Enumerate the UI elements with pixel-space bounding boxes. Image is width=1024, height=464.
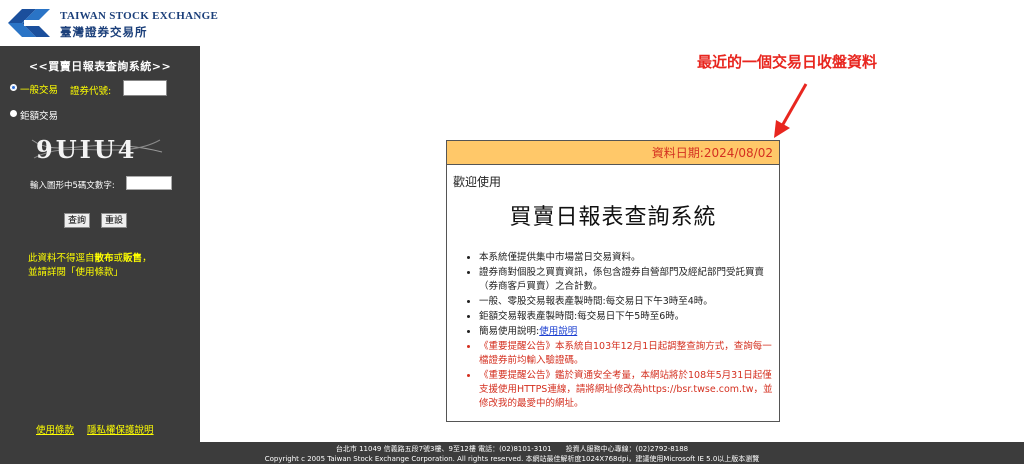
footer-address: 台北市 11049 信義路五段7號3樓、9至12樓 電話：(02)8101-31… — [335, 445, 689, 453]
reset-button[interactable]: 重設 — [101, 213, 127, 228]
notice-or: 或 — [113, 253, 124, 264]
privacy-link[interactable]: 隱私權保護說明 — [87, 425, 154, 436]
notice-comma: ， — [142, 253, 152, 264]
notice-sell: 販售 — [123, 253, 143, 264]
usage-guide-prefix: 簡易使用說明: — [479, 326, 540, 337]
latest-data-annotation: 最近的一個交易日收盤資料 — [697, 53, 878, 71]
page-footer: 台北市 11049 信義路五段7號3樓、9至12樓 電話：(02)8101-31… — [0, 442, 1024, 464]
notice-prefix: 此資料不得逕自 — [28, 253, 95, 264]
stock-code-input[interactable] — [123, 80, 167, 96]
notice-distribute: 散布 — [94, 253, 114, 264]
sidebar-footer-links: 使用條款 隱私權保護說明 — [36, 422, 164, 436]
block-trade-radio[interactable] — [10, 110, 17, 117]
general-trade-label[interactable]: 一般交易 — [20, 82, 58, 96]
notes-list: 本系統僅提供集中市場當日交易資料。 證券商對個股之買賣資訊，係包含證券自營部門及… — [455, 251, 773, 412]
site-header: TAIWAN STOCK EXCHANGE 臺灣證券交易所 — [0, 0, 218, 46]
usage-guide-link[interactable]: 使用說明 — [539, 326, 577, 337]
footer-copyright: Copyright c 2005 Taiwan Stock Exchange C… — [264, 455, 760, 463]
note-item: 證券商對個股之買賣資訊，係包含證券自營部門及經紀部門受託買賣（券商客戶買賣）之合… — [479, 266, 773, 294]
query-sidebar: <<買賣日報表查詢系統>> 一般交易 證券代號: 鉅額交易 9UIU4 輸入圖形… — [0, 46, 200, 442]
welcome-panel: 資料日期:2024/08/02 歡迎使用 買賣日報表查詢系統 本系統僅提供集中市… — [446, 140, 780, 422]
usage-notice: 此資料不得逕自散布或販售， 並請詳閱「使用條款」 — [28, 252, 188, 280]
captcha-text: 9UIU4 — [36, 135, 137, 164]
query-button[interactable]: 查詢 — [64, 213, 90, 228]
captcha-input[interactable] — [126, 176, 172, 190]
twse-logo-icon — [8, 9, 50, 37]
captcha-image: 9UIU4 — [30, 132, 164, 166]
block-trade-label[interactable]: 鉅額交易 — [20, 108, 58, 122]
stock-code-label: 證券代號: — [70, 86, 112, 97]
welcome-text: 歡迎使用 — [453, 175, 502, 189]
logo-text-en: TAIWAN STOCK EXCHANGE — [60, 10, 219, 22]
panel-header: 資料日期:2024/08/02 — [447, 141, 779, 165]
announcement-item: 《重要提醒公告》本系統自103年12月1日起調整查詢方式，查詢每一檔證券前均輸入… — [479, 340, 773, 368]
captcha-label: 輸入圖形中5碼文數字: — [30, 181, 115, 191]
note-item: 本系統僅提供集中市場當日交易資料。 — [479, 251, 773, 265]
general-trade-radio[interactable] — [10, 84, 17, 91]
red-arrow-icon — [774, 83, 808, 138]
announcement-item: 《重要提醒公告》鑑於資通安全考量，本網站將於108年5月31日起僅支援使用HTT… — [479, 369, 773, 411]
terms-link[interactable]: 使用條款 — [36, 425, 74, 436]
logo-text-zh: 臺灣證券交易所 — [60, 25, 148, 39]
note-item: 一般、零股交易報表產製時間:每交易日下午3時至4時。 — [479, 295, 773, 309]
data-date: 資料日期:2024/08/02 — [651, 146, 773, 160]
notice-line2: 並請詳閱「使用條款」 — [28, 267, 124, 278]
note-item: 鉅額交易報表產製時間:每交易日下午5時至6時。 — [479, 310, 773, 324]
note-item: 簡易使用說明:使用說明 — [479, 325, 773, 339]
panel-title: 買賣日報表查詢系統 — [509, 205, 717, 230]
system-title: <<買賣日報表查詢系統>> — [28, 60, 172, 73]
